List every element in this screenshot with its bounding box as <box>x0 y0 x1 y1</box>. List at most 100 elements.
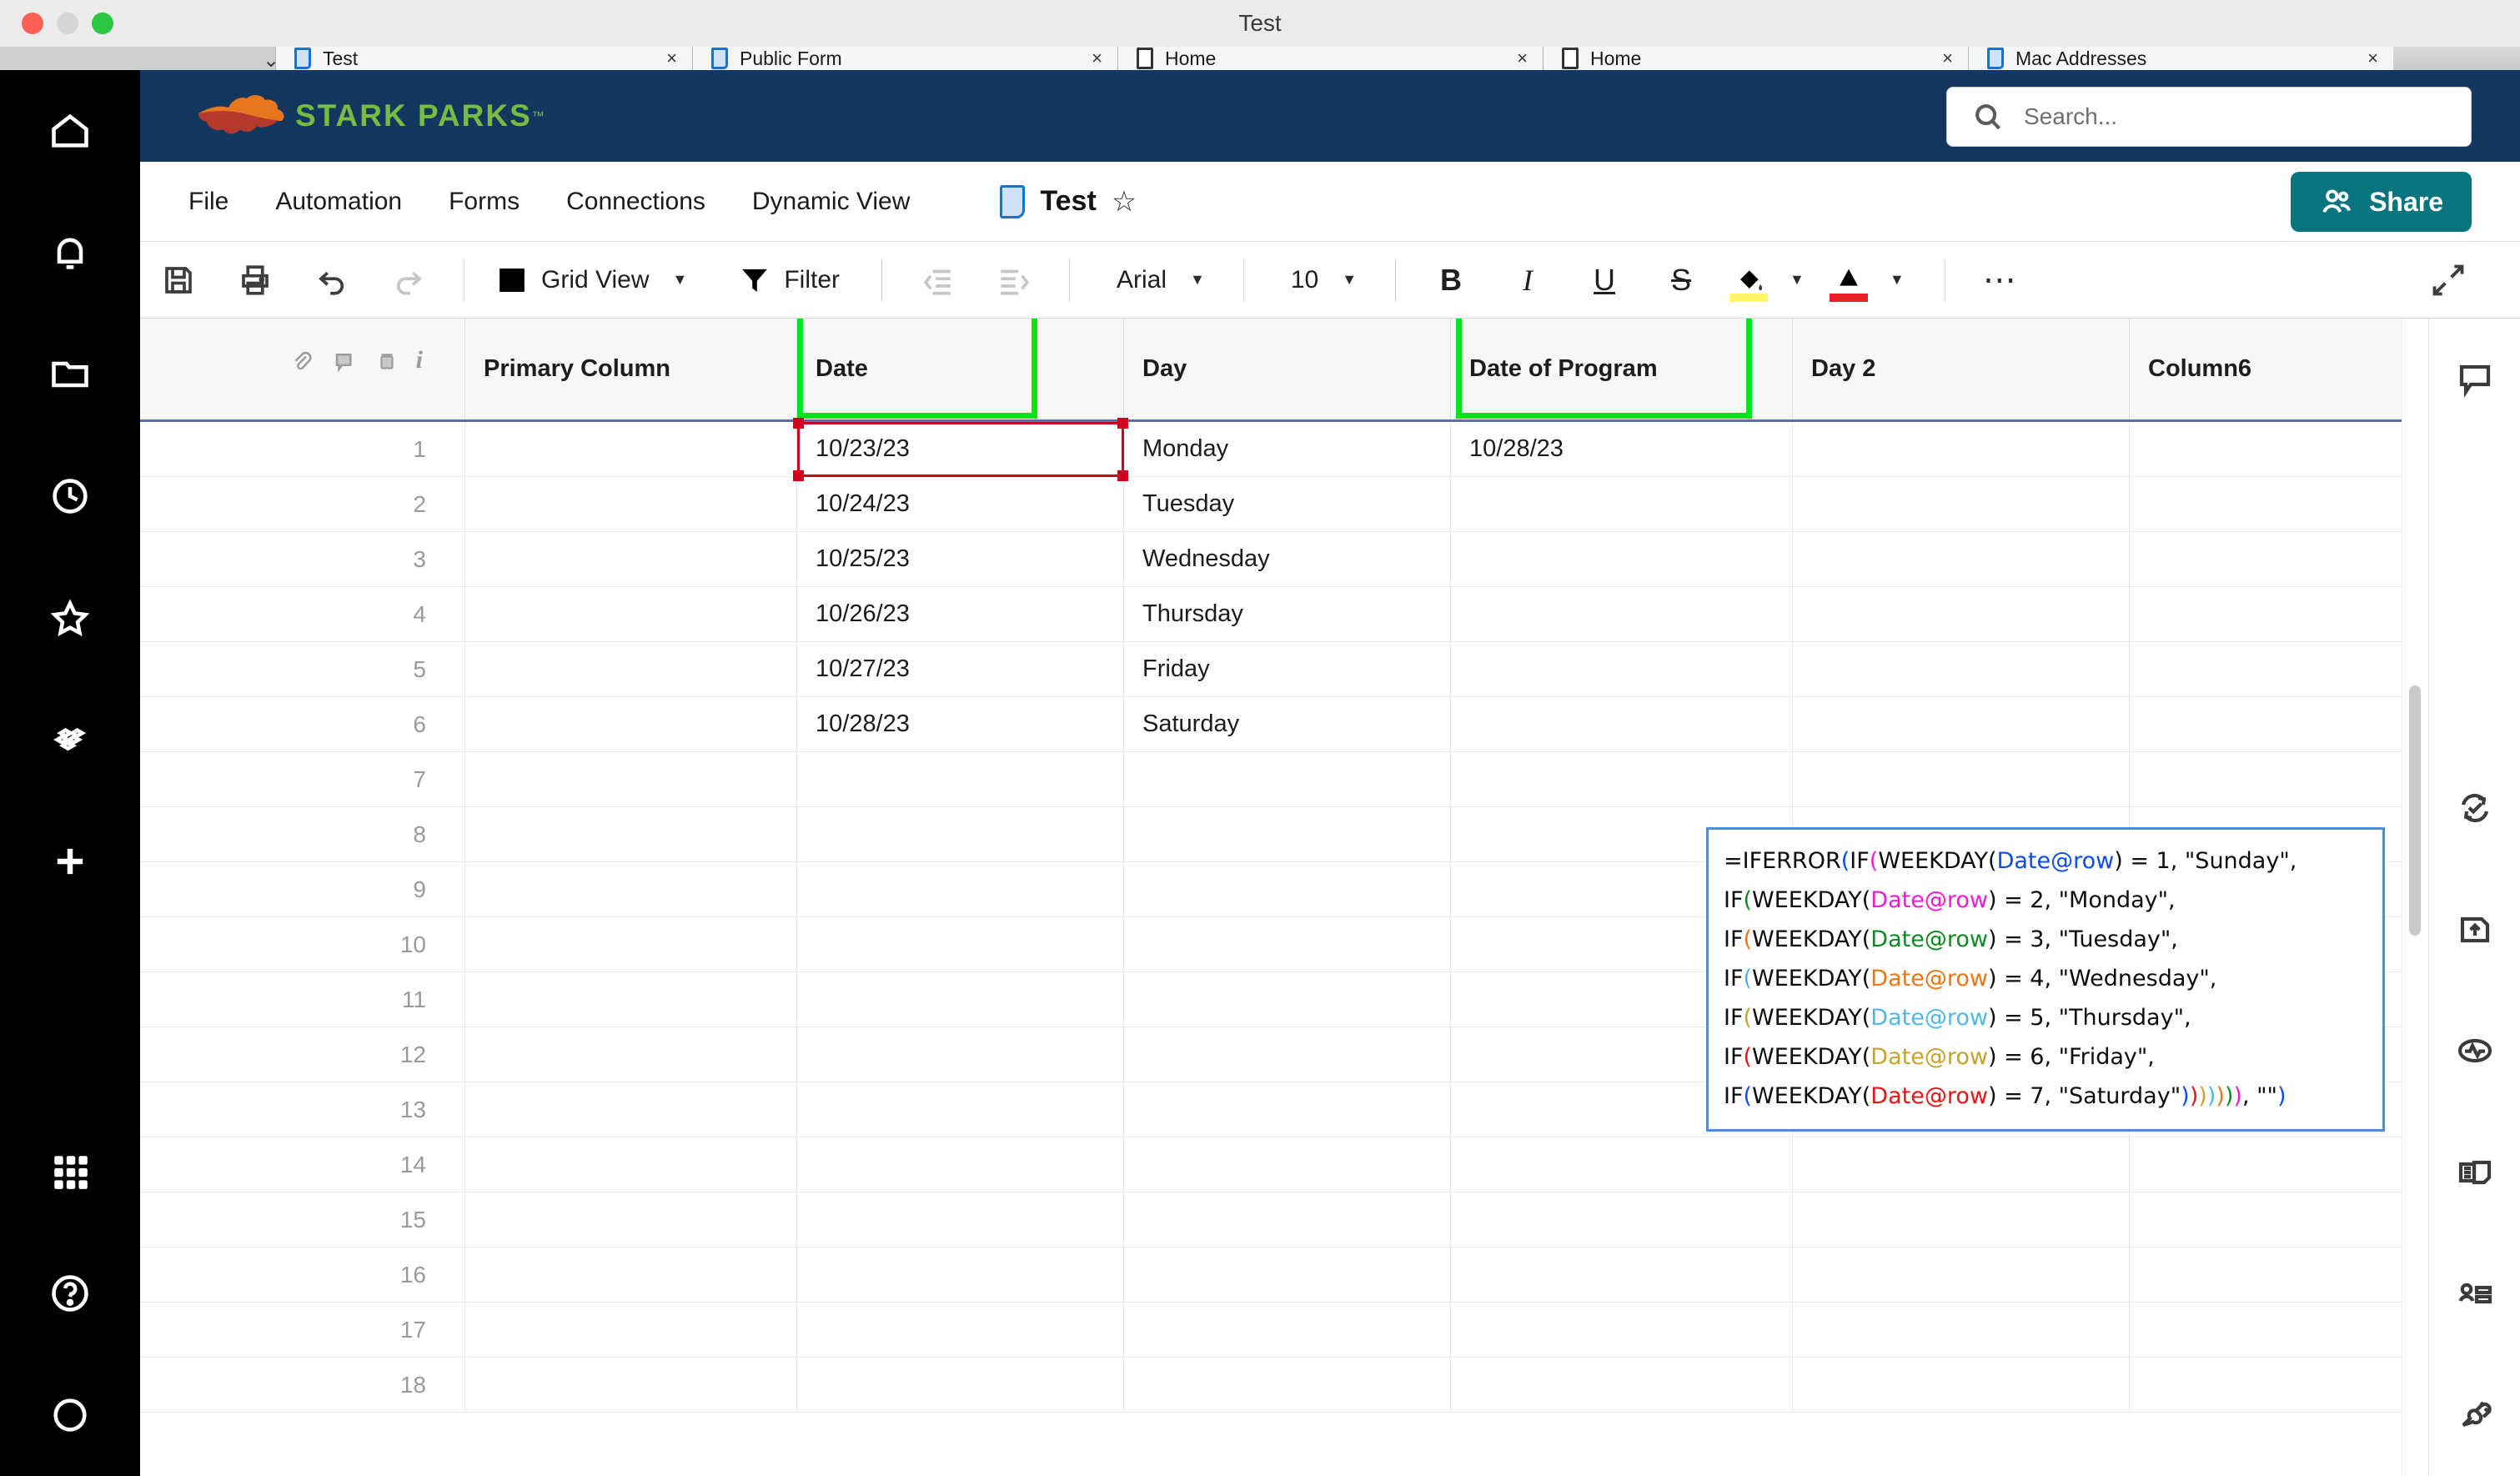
bold-button[interactable]: B <box>1413 242 1489 319</box>
cell-column6[interactable] <box>2130 1248 2438 1302</box>
cell-primary-column[interactable] <box>465 1192 797 1247</box>
table-row[interactable]: 4 10/26/23 Thursday <box>140 587 2520 642</box>
view-selector[interactable]: Grid View ▼ <box>481 263 700 298</box>
cell-primary-column[interactable] <box>465 642 797 696</box>
cell-primary-column[interactable] <box>465 1137 797 1192</box>
menu-item-connections[interactable]: Connections <box>543 188 729 216</box>
cell-day[interactable]: Monday <box>1124 422 1451 476</box>
indent-button[interactable] <box>976 242 1052 319</box>
filter-button[interactable]: Filter <box>724 263 853 298</box>
grid-header-day[interactable]: Day <box>1124 319 1451 419</box>
update-request-icon[interactable] <box>2429 748 2520 870</box>
cell-day[interactable] <box>1124 807 1451 861</box>
cell-day2[interactable] <box>1793 587 2130 641</box>
proofs-icon[interactable] <box>2429 1112 2520 1233</box>
cell-date[interactable]: 10/26/23 <box>797 587 1124 641</box>
sidebar-item-app-grid[interactable] <box>0 1111 140 1233</box>
cell-column6[interactable] <box>2130 587 2438 641</box>
cell-date-of-program[interactable] <box>1451 1248 1793 1302</box>
cell-date[interactable]: 10/25/23 <box>797 532 1124 586</box>
cell-day2[interactable] <box>1793 422 2130 476</box>
cell-column6[interactable] <box>2130 752 2438 806</box>
redo-button[interactable] <box>370 242 447 319</box>
cell-primary-column[interactable] <box>465 1027 797 1082</box>
table-row[interactable]: 17 <box>140 1303 2520 1358</box>
cell-day[interactable] <box>1124 1192 1451 1247</box>
cell-day[interactable] <box>1124 862 1451 916</box>
cell-date-of-program[interactable] <box>1451 1192 1793 1247</box>
cell-day2[interactable] <box>1793 532 2130 586</box>
sidebar-item-notifications[interactable] <box>0 192 140 314</box>
cell-date-of-program[interactable]: 10/28/23 <box>1451 422 1793 476</box>
table-row[interactable]: 7 <box>140 752 2520 807</box>
text-color-button[interactable] <box>1820 242 1878 319</box>
browser-tab-public-form[interactable]: Public Form × <box>692 47 1117 70</box>
sidebar-item-help[interactable] <box>0 1233 140 1354</box>
cell-date[interactable]: 10/23/23 <box>797 422 1124 476</box>
attachment-icon[interactable] <box>289 349 314 374</box>
print-button[interactable] <box>217 242 294 319</box>
table-row[interactable]: 6 10/28/23 Saturday <box>140 697 2520 752</box>
cell-primary-column[interactable] <box>465 752 797 806</box>
cell-day2[interactable] <box>1793 1358 2130 1412</box>
font-family-selector[interactable]: Arial ▼ <box>1103 266 1218 294</box>
cell-date[interactable] <box>797 1137 1124 1192</box>
table-row[interactable]: 5 10/27/23 Friday <box>140 642 2520 697</box>
cell-day2[interactable] <box>1793 1137 2130 1192</box>
cell-column6[interactable] <box>2130 422 2438 476</box>
cell-day[interactable] <box>1124 752 1451 806</box>
cell-primary-column[interactable] <box>465 862 797 916</box>
table-row[interactable]: 18 <box>140 1358 2520 1413</box>
cell-primary-column[interactable] <box>465 972 797 1027</box>
table-row[interactable]: 16 <box>140 1248 2520 1303</box>
cell-primary-column[interactable] <box>465 587 797 641</box>
cell-primary-column[interactable] <box>465 1303 797 1357</box>
underline-button[interactable]: U <box>1566 242 1643 319</box>
grid-header-date[interactable]: Date <box>797 319 1124 419</box>
chevron-down-icon[interactable]: ▼ <box>673 271 688 289</box>
cell-date[interactable]: 10/24/23 <box>797 477 1124 531</box>
cell-day2[interactable] <box>1793 752 2130 806</box>
grid-vertical-scrollbar-thumb[interactable] <box>2409 685 2421 936</box>
cell-date[interactable] <box>797 1303 1124 1357</box>
close-icon[interactable]: × <box>1517 48 1528 69</box>
cell-day2[interactable] <box>1793 697 2130 751</box>
cell-date-of-program[interactable] <box>1451 477 1793 531</box>
table-row[interactable]: 1 10/23/23 Monday 10/28/23 <box>140 422 2520 477</box>
table-row[interactable]: 2 10/24/23 Tuesday <box>140 477 2520 532</box>
cell-column6[interactable] <box>2130 642 2438 696</box>
cell-date[interactable]: 10/28/23 <box>797 697 1124 751</box>
cell-date-of-program[interactable] <box>1451 1137 1793 1192</box>
sidebar-item-favorites[interactable] <box>0 557 140 679</box>
table-row[interactable]: 3 10/25/23 Wednesday <box>140 532 2520 587</box>
cell-column6[interactable] <box>2130 1137 2438 1192</box>
proof-icon[interactable] <box>376 349 398 374</box>
close-icon[interactable]: × <box>666 48 677 69</box>
browser-tab-test[interactable]: Test × <box>275 47 692 70</box>
grid-vertical-scrollbar-track[interactable] <box>2402 319 2428 1476</box>
sidebar-item-browse[interactable] <box>0 314 140 435</box>
italic-button[interactable]: I <box>1489 242 1566 319</box>
cell-day[interactable] <box>1124 1248 1451 1302</box>
cell-date[interactable] <box>797 1082 1124 1137</box>
browser-tab-home-2[interactable]: Home × <box>1543 47 1968 70</box>
cell-date[interactable] <box>797 1192 1124 1247</box>
cell-date-of-program[interactable] <box>1451 1303 1793 1357</box>
global-search-box[interactable]: Search... <box>1946 87 2472 147</box>
table-row[interactable]: 15 <box>140 1192 2520 1248</box>
cell-date[interactable] <box>797 862 1124 916</box>
cell-day[interactable] <box>1124 917 1451 971</box>
menu-item-dynamic-view[interactable]: Dynamic View <box>729 188 934 216</box>
cell-date-of-program[interactable] <box>1451 587 1793 641</box>
cell-day[interactable]: Friday <box>1124 642 1451 696</box>
cell-date-of-program[interactable] <box>1451 1358 1793 1412</box>
grid-header-primary-column[interactable]: Primary Column <box>465 319 797 419</box>
cell-primary-column[interactable] <box>465 1358 797 1412</box>
cell-column6[interactable] <box>2130 477 2438 531</box>
cell-day[interactable] <box>1124 1303 1451 1357</box>
cell-day2[interactable] <box>1793 1303 2130 1357</box>
cell-date-of-program[interactable] <box>1451 532 1793 586</box>
cell-primary-column[interactable] <box>465 697 797 751</box>
browser-tab-mac-addresses[interactable]: Mac Addresses × <box>1968 47 2393 70</box>
cell-primary-column[interactable] <box>465 917 797 971</box>
